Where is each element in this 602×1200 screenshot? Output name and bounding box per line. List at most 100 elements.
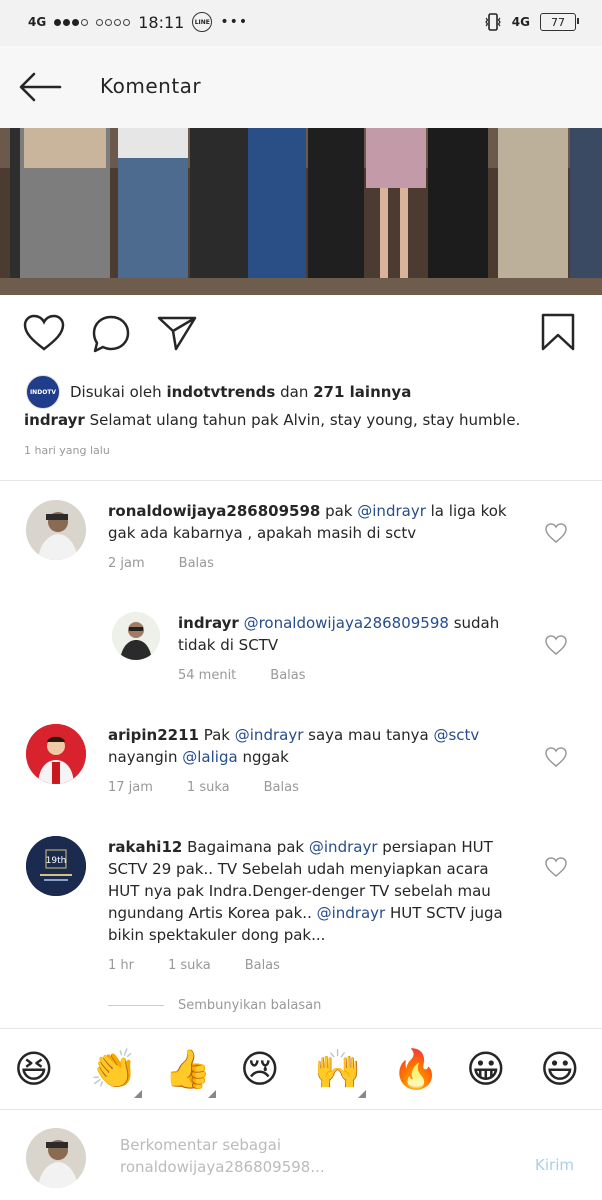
comment-part: nggak (237, 748, 289, 766)
caption-text: Selamat ulang tahun pak Alvin, stay youn… (84, 411, 521, 429)
network-indicator-right: 4G (511, 15, 530, 29)
skin-tone-indicator-icon (358, 1090, 366, 1098)
comment-meta: 2 jam Balas (108, 556, 528, 571)
status-right: 4G 77 (484, 12, 579, 32)
comment-part: Pak (198, 726, 235, 744)
avatar[interactable] (26, 500, 86, 560)
emoji-fire-button[interactable]: 🔥 (392, 1047, 439, 1091)
avatar[interactable] (26, 724, 86, 784)
avatar[interactable] (112, 612, 160, 660)
comment-bubble-icon[interactable] (90, 314, 132, 354)
liker-avatar: INDOTV (26, 375, 60, 409)
comment-time: 17 jam (108, 780, 153, 795)
emoji-crying-button[interactable]: 😢 (240, 1047, 280, 1091)
more-notifications-icon: ••• (220, 14, 249, 30)
hide-replies-button[interactable]: Sembunyikan balasan (108, 998, 321, 1013)
comment-text: rakahi12 Bagaimana pak @indrayr persiapa… (108, 836, 516, 946)
mention-link[interactable]: @ronaldowijaya286809598 (244, 614, 449, 632)
comment-text: ronaldowijaya286809598 pak @indrayr la l… (108, 500, 528, 544)
comment-meta: 17 jam 1 suka Balas (108, 780, 508, 795)
emoji-grinning-button[interactable]: 😀 (466, 1047, 506, 1091)
line-app-icon: LINE (192, 12, 213, 32)
signal-icon (54, 18, 89, 26)
comment-time: 54 menit (178, 668, 237, 683)
comment-input[interactable]: Berkomentar sebagai ronaldowijaya2868095… (120, 1134, 480, 1178)
comment-text: aripin2211 Pak @indrayr saya mau tanya @… (108, 724, 508, 768)
post-photo-image (0, 128, 602, 295)
post-caption: indrayr Selamat ulang tahun pak Alvin, s… (24, 411, 584, 429)
reply-button[interactable]: Balas (264, 780, 299, 795)
signal-icon-2 (96, 18, 131, 26)
avatar-badge-text: 19th (46, 856, 67, 866)
back-arrow-icon[interactable] (18, 70, 62, 104)
comment-part: pak (320, 502, 358, 520)
comment-like-heart-icon[interactable] (544, 634, 568, 656)
avatar[interactable]: 19th (26, 836, 86, 896)
reply-button[interactable]: Balas (245, 958, 280, 973)
post-timestamp: 1 hari yang lalu (24, 444, 110, 457)
divider (0, 480, 602, 481)
likes-prefix: Disukai oleh (70, 383, 167, 401)
reply-button[interactable]: Balas (270, 668, 305, 683)
comment-item: 19th rakahi12 Bagaimana pak @indrayr per… (26, 836, 546, 973)
send-button[interactable]: Kirim (535, 1156, 574, 1174)
mention-link[interactable]: @indrayr (357, 502, 426, 520)
liker-username[interactable]: indotvtrends (166, 383, 275, 401)
emoji-laughing-button[interactable]: 😆 (14, 1047, 54, 1091)
comment-part: Bagaimana pak (182, 838, 309, 856)
likes-summary[interactable]: INDOTV Disukai oleh indotvtrends dan 271… (26, 375, 411, 409)
caption-username[interactable]: indrayr (24, 411, 85, 429)
comment-like-heart-icon[interactable] (544, 746, 568, 768)
share-send-icon[interactable] (156, 314, 198, 352)
status-left: 4G 18:11 LINE ••• (28, 12, 248, 32)
page-title: Komentar (100, 74, 202, 98)
comment-meta: 1 hr 1 suka Balas (108, 958, 516, 973)
emoji-smiley-button[interactable]: 😃 (540, 1047, 580, 1091)
emoji-raised-hands-button[interactable]: 🙌 (314, 1047, 361, 1091)
comment-meta: 54 menit Balas (178, 668, 528, 683)
comment-text: indrayr @ronaldowijaya286809598 sudah ti… (178, 612, 528, 656)
reply-button[interactable]: Balas (179, 556, 214, 571)
comment-part: saya mau tanya (303, 726, 434, 744)
mention-link[interactable]: @laliga (182, 748, 237, 766)
comment-like-count[interactable]: 1 suka (187, 780, 230, 795)
comment-username[interactable]: aripin2211 (108, 726, 199, 744)
battery-level: 77 (551, 15, 565, 29)
comment-username[interactable]: ronaldowijaya286809598 (108, 502, 320, 520)
comment-time: 1 hr (108, 958, 134, 973)
top-app-bar: Komentar (0, 46, 602, 128)
comment-time: 2 jam (108, 556, 145, 571)
comment-like-count[interactable]: 1 suka (168, 958, 211, 973)
mention-link[interactable]: @sctv (433, 726, 479, 744)
composer-avatar (26, 1128, 86, 1188)
mention-link[interactable]: @indrayr (235, 726, 304, 744)
vibrate-icon (485, 13, 501, 31)
like-heart-icon[interactable] (22, 314, 66, 352)
comment-like-heart-icon[interactable] (544, 522, 568, 544)
hide-replies-label: Sembunyikan balasan (178, 998, 322, 1013)
status-bar: 4G 18:11 LINE ••• 4G 77 (0, 0, 602, 46)
comment-item: aripin2211 Pak @indrayr saya mau tanya @… (26, 724, 546, 795)
hide-replies-line (108, 1005, 164, 1006)
comment-like-heart-icon[interactable] (544, 856, 568, 878)
skin-tone-indicator-icon (134, 1090, 142, 1098)
likes-conjunction: dan (275, 383, 314, 401)
bookmark-save-icon[interactable] (540, 312, 576, 352)
likes-text: Disukai oleh indotvtrends dan 271 lainny… (70, 383, 411, 401)
comment-username[interactable]: indrayr (178, 614, 239, 632)
comment-part: nayangin (108, 748, 183, 766)
comment-item: ronaldowijaya286809598 pak @indrayr la l… (26, 500, 546, 571)
comment-composer: Berkomentar sebagai ronaldowijaya2868095… (0, 1108, 602, 1200)
network-indicator: 4G (28, 15, 47, 29)
clock: 18:11 (138, 12, 185, 32)
comment-reply-item: indrayr @ronaldowijaya286809598 sudah ti… (112, 612, 542, 683)
battery-icon: 77 (540, 13, 579, 31)
post-photo (0, 128, 602, 295)
likes-count[interactable]: 271 lainnya (313, 383, 411, 401)
mention-link[interactable]: @indrayr (317, 904, 386, 922)
comment-username[interactable]: rakahi12 (108, 838, 182, 856)
emoji-thumbs-up-button[interactable]: 👍 (164, 1047, 211, 1091)
post-actions (0, 296, 602, 366)
mention-link[interactable]: @indrayr (309, 838, 378, 856)
emoji-clapping-button[interactable]: 👏 (90, 1047, 137, 1091)
